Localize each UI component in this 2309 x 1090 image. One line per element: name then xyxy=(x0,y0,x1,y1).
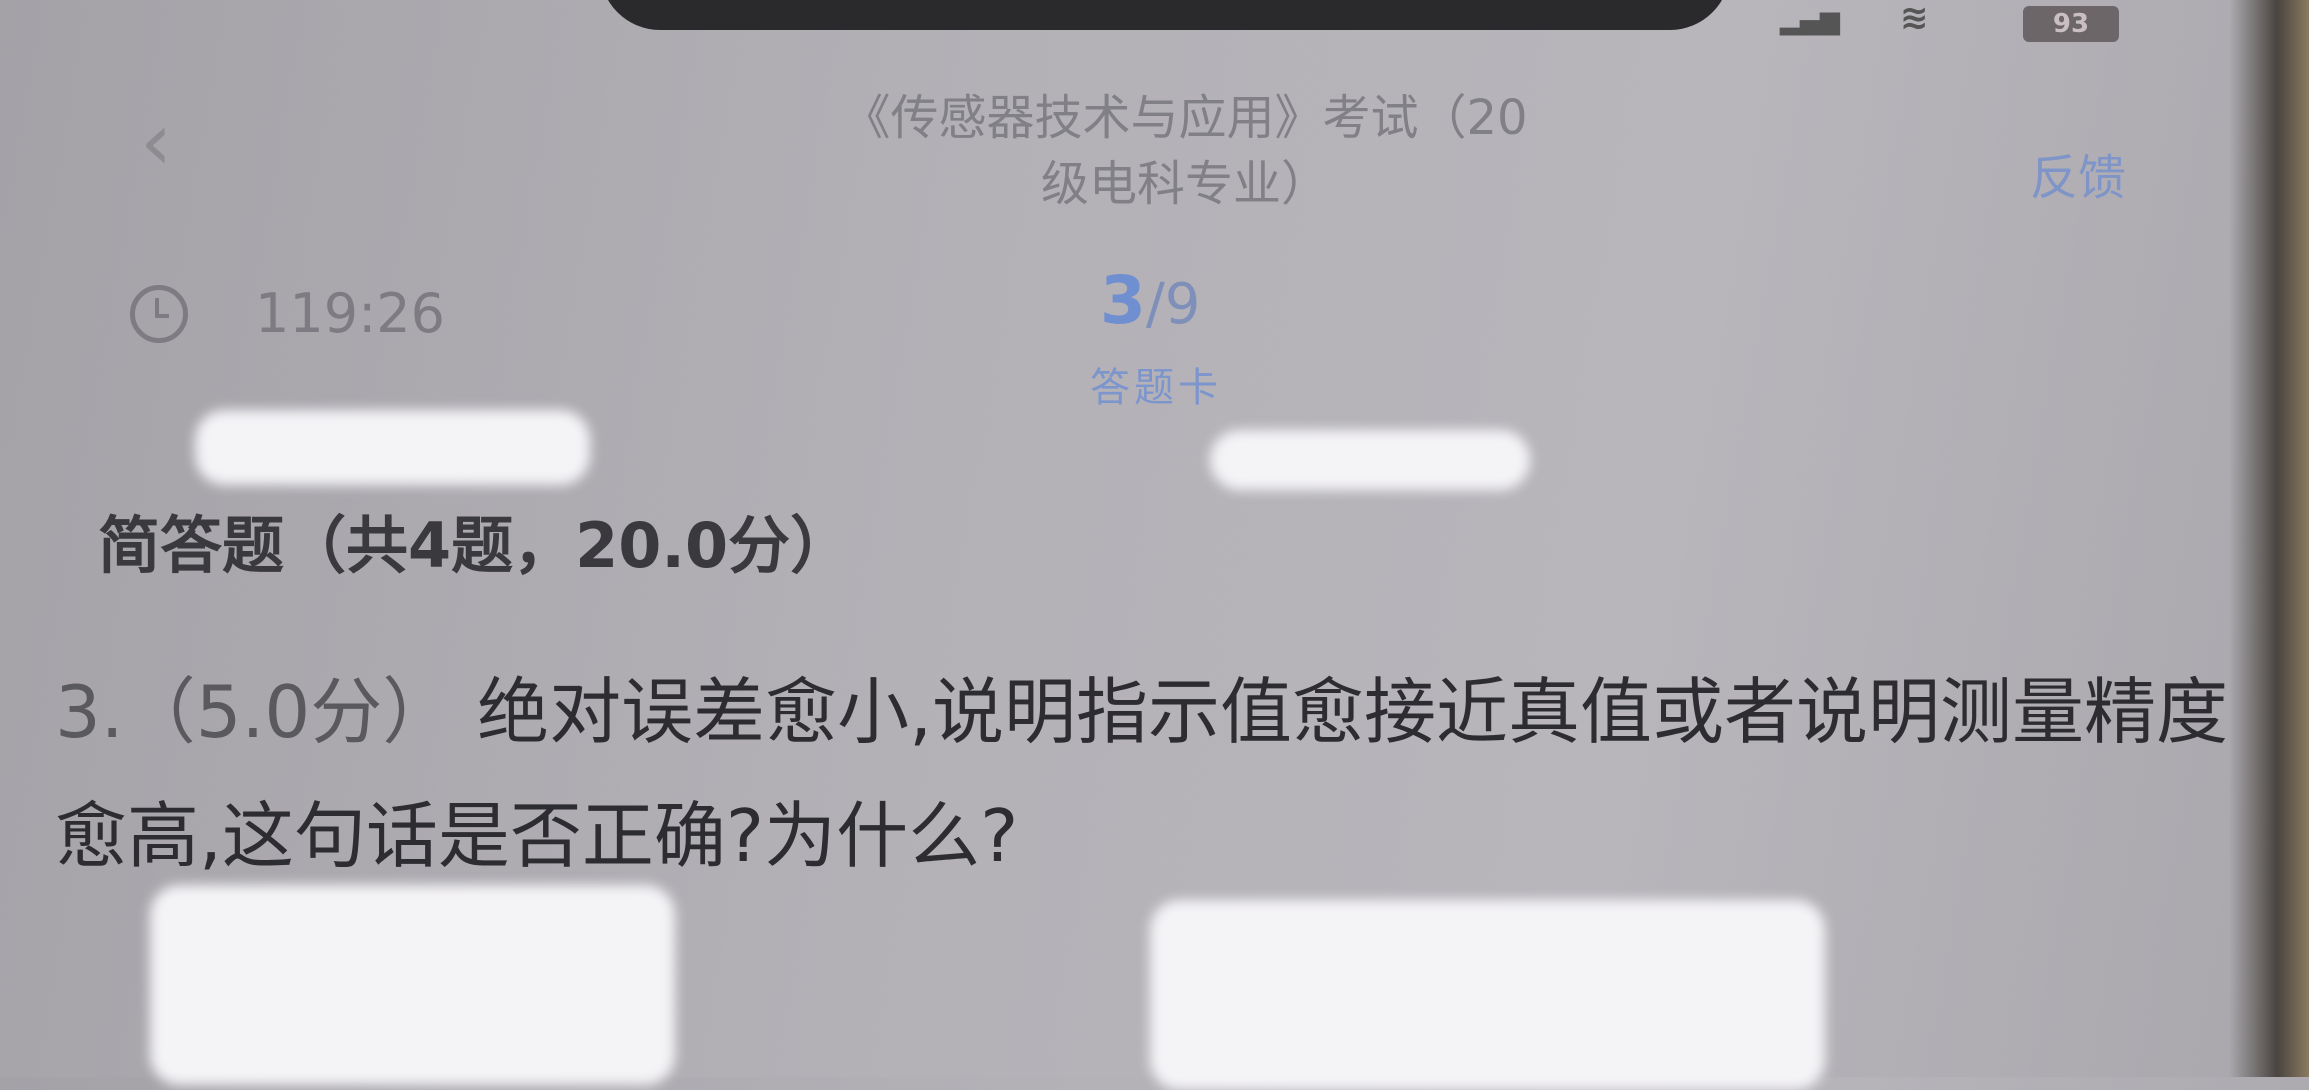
redaction-patch xyxy=(1210,430,1530,490)
question-progress: 3/9 xyxy=(1100,262,1200,339)
clock-icon xyxy=(130,285,188,343)
battery-indicator: 93 xyxy=(2023,6,2119,42)
total-questions: /9 xyxy=(1145,272,1201,337)
title-line-1: 《传感器技术与应用》考试（20 xyxy=(842,90,1528,146)
redaction-patch xyxy=(195,410,590,485)
feedback-button[interactable]: 反馈 xyxy=(2030,138,2126,208)
wifi-icon: ≋ xyxy=(1900,0,1929,38)
question-number: 3.（5.0分） xyxy=(55,670,455,754)
signal-icon: ▂▄▆ xyxy=(1780,6,1840,36)
answer-card-button[interactable]: 答题卡 xyxy=(1090,355,1222,413)
question-text: 3.（5.0分） 绝对误差愈小,说明指示值愈接近真值或者说明测量精度愈高,这句话… xyxy=(55,650,2295,898)
redaction-patch xyxy=(150,885,675,1085)
section-heading: 简答题（共4题，20.0分） xyxy=(98,509,853,582)
countdown-timer: 119:26 xyxy=(255,282,445,345)
redaction-patch xyxy=(1150,900,1825,1090)
chevron-left-icon[interactable]: ‹ xyxy=(140,95,172,188)
page-title: 《传感器技术与应用》考试（20 级电科专业） xyxy=(560,85,1810,217)
title-line-2: 级电科专业） xyxy=(1040,156,1329,212)
phone-bezel xyxy=(2229,0,2309,1077)
camera-notch xyxy=(600,0,1730,30)
current-question: 3 xyxy=(1100,262,1146,339)
